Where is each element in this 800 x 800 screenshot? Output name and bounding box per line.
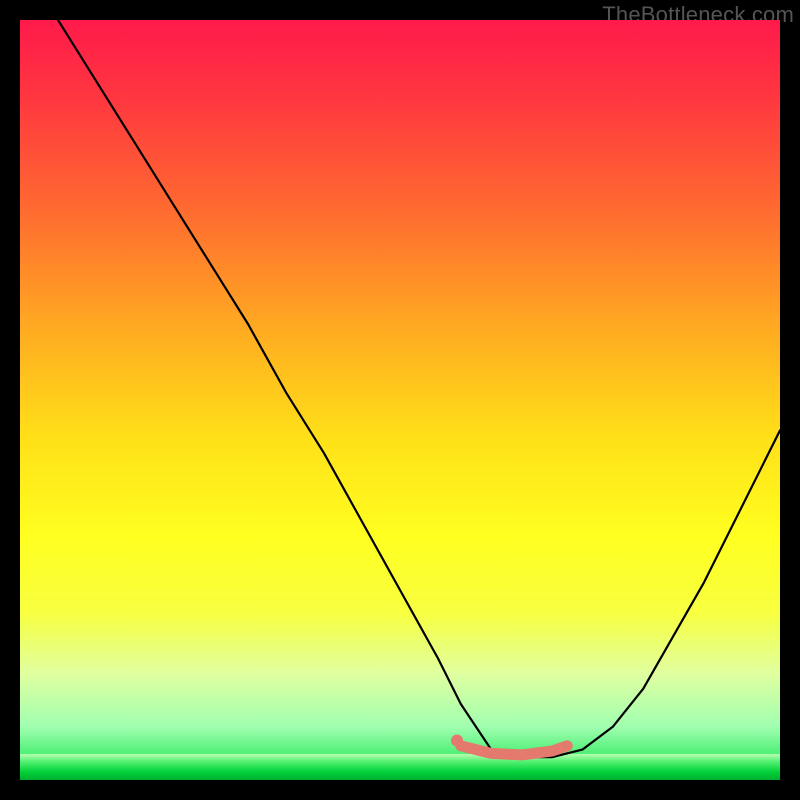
chart-svg	[20, 20, 780, 780]
plot-area	[20, 20, 780, 780]
curve-path	[58, 20, 780, 757]
highlight-path	[461, 746, 567, 755]
chart-stage: TheBottleneck.com	[0, 0, 800, 800]
highlight-point	[451, 735, 463, 747]
